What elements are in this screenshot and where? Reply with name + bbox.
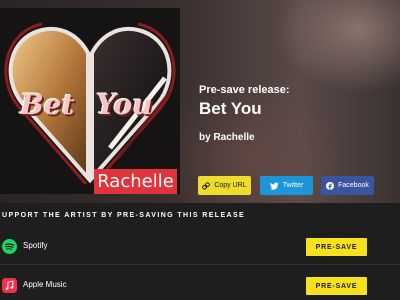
- release-title: Bet You: [199, 99, 262, 118]
- service-row-spotify: Spotify PRE-SAVE: [0, 231, 400, 263]
- service-name-apple-music: Apple Music: [23, 280, 67, 289]
- twitter-share-button[interactable]: Twitter: [260, 176, 313, 195]
- link-icon: [202, 181, 211, 190]
- cover-title-you: You: [96, 88, 153, 121]
- copy-url-label: Copy URL: [214, 182, 247, 189]
- service-row-apple-music: Apple Music PRE-SAVE: [0, 270, 400, 300]
- album-cover: Bet You Rachelle: [0, 8, 180, 194]
- spotify-icon: [2, 239, 17, 254]
- twitter-label: Twitter: [282, 182, 304, 189]
- cover-title-bet: Bet: [20, 88, 75, 121]
- facebook-share-button[interactable]: Facebook: [321, 176, 374, 195]
- service-name-spotify: Spotify: [23, 241, 48, 250]
- presave-label: Pre-save release:: [199, 84, 290, 96]
- presave-apple-music-button[interactable]: PRE-SAVE: [306, 277, 367, 295]
- apple-music-icon: [2, 278, 17, 293]
- facebook-label: Facebook: [338, 182, 369, 189]
- twitter-icon: [269, 181, 279, 190]
- presave-spotify-button[interactable]: PRE-SAVE: [306, 238, 367, 256]
- copy-url-button[interactable]: Copy URL: [198, 176, 251, 195]
- artist-name: by Rachelle: [199, 132, 255, 143]
- facebook-icon: [326, 181, 335, 190]
- support-heading: UPPORT THE ARTIST BY PRE-SAVING THIS REL…: [2, 212, 246, 219]
- cover-artist-label: Rachelle: [94, 169, 177, 194]
- row-divider: [0, 264, 400, 265]
